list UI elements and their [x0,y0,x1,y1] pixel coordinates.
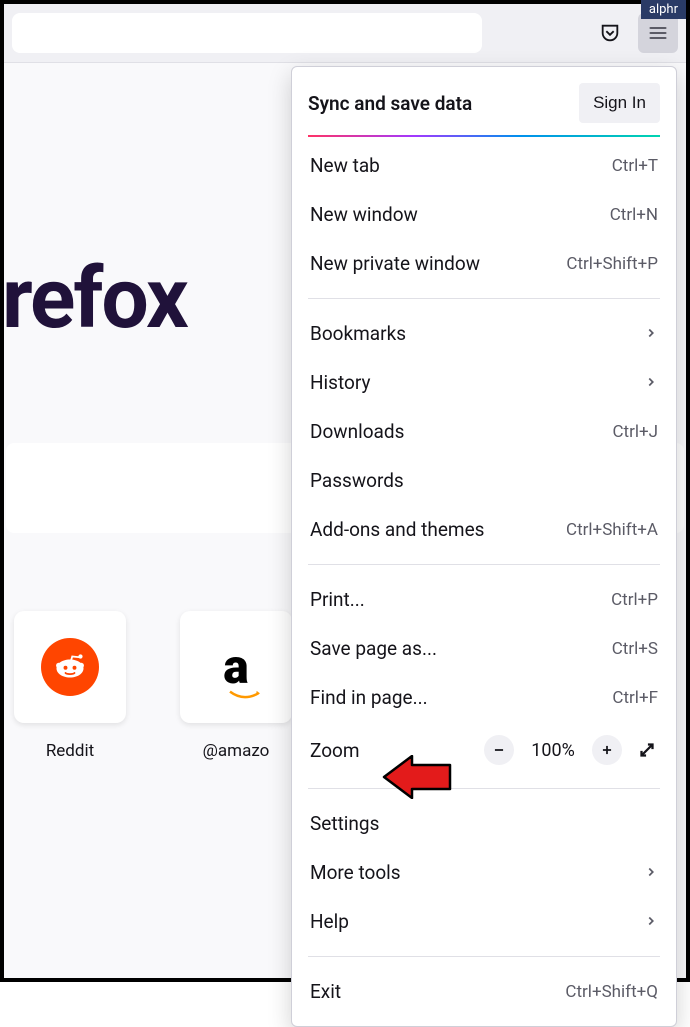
zoom-out-button[interactable] [484,735,514,765]
callout-arrow-icon [382,755,452,799]
menu-item-label: Save page as... [310,637,437,660]
pocket-icon[interactable] [590,13,630,53]
menu-find[interactable]: Find in page... Ctrl+F [292,673,676,722]
shortcut-text: Ctrl+Shift+Q [565,982,658,1002]
sign-in-button[interactable]: Sign In [579,83,660,123]
menu-history[interactable]: History [292,358,676,407]
menu-item-label: Add-ons and themes [310,518,484,541]
menu-downloads[interactable]: Downloads Ctrl+J [292,407,676,456]
menu-item-label: Downloads [310,420,404,443]
chevron-right-icon [644,322,658,345]
zoom-value: 100% [528,740,578,761]
menu-more-tools[interactable]: More tools [292,848,676,897]
menu-passwords[interactable]: Passwords [292,456,676,505]
menu-item-label: Find in page... [310,686,428,709]
menu-item-label: New tab [310,154,380,177]
shortcut-text: Ctrl+Shift+A [566,520,658,540]
menu-item-label: Print... [310,588,365,611]
chevron-right-icon [644,861,658,884]
menu-item-label: Exit [310,980,341,1003]
menu-item-label: More tools [310,861,401,884]
chevron-right-icon [644,910,658,933]
menu-item-label: New private window [310,252,480,275]
menu-new-tab[interactable]: New tab Ctrl+T [292,141,676,190]
shortcut-text: Ctrl+J [612,422,658,442]
tile-amazon[interactable]: a @amazo [180,611,292,761]
sync-title: Sync and save data [308,92,472,115]
shortcut-text: Ctrl+T [612,156,658,176]
shortcut-text: Ctrl+F [612,688,658,708]
app-menu: Sync and save data Sign In New tab Ctrl+… [291,66,677,1027]
hamburger-menu-button[interactable] [638,13,678,53]
chevron-right-icon [644,371,658,394]
menu-exit[interactable]: Exit Ctrl+Shift+Q [292,967,676,1016]
menu-settings[interactable]: Settings [292,799,676,848]
shortcut-text: Ctrl+P [611,590,658,610]
menu-item-label: Settings [310,812,379,835]
menu-new-private-window[interactable]: New private window Ctrl+Shift+P [292,239,676,288]
top-sites: Reddit a @amazo [14,611,292,761]
tile-label: @amazo [180,741,292,761]
amazon-icon: a [223,648,249,686]
shortcut-text: Ctrl+N [610,205,658,225]
shortcut-text: Ctrl+S [612,639,658,659]
firefox-logo-text: refox [2,249,187,348]
menu-help[interactable]: Help [292,897,676,946]
menu-item-label: Help [310,910,349,933]
menu-item-label: New window [310,203,418,226]
tile-label: Reddit [14,741,126,761]
watermark-badge: alphr [641,0,686,19]
menu-item-label: Zoom [310,739,360,762]
shortcut-text: Ctrl+Shift+P [566,254,658,274]
menu-zoom: Zoom 100% [292,722,676,778]
reddit-icon [41,638,99,696]
browser-toolbar [4,4,686,62]
tile-reddit[interactable]: Reddit [14,611,126,761]
url-bar[interactable] [12,13,482,53]
menu-item-label: History [310,371,370,394]
menu-save-page[interactable]: Save page as... Ctrl+S [292,624,676,673]
menu-item-label: Bookmarks [310,322,406,345]
zoom-in-button[interactable] [592,735,622,765]
menu-print[interactable]: Print... Ctrl+P [292,575,676,624]
menu-new-window[interactable]: New window Ctrl+N [292,190,676,239]
fullscreen-icon[interactable] [636,739,658,761]
menu-bookmarks[interactable]: Bookmarks [292,309,676,358]
menu-item-label: Passwords [310,469,404,492]
menu-addons[interactable]: Add-ons and themes Ctrl+Shift+A [292,505,676,554]
